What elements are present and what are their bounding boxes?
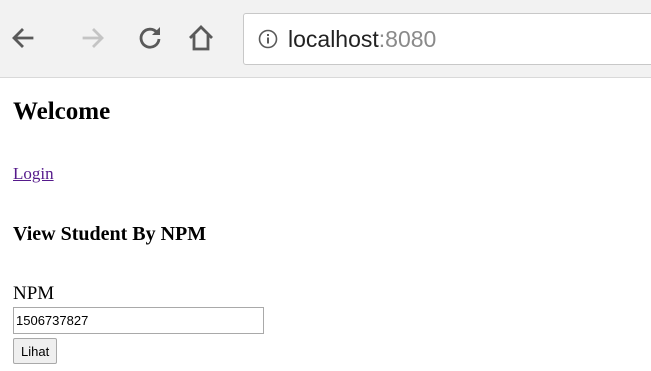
- home-icon: [189, 25, 213, 51]
- arrow-left-icon: [12, 28, 34, 48]
- view-student-form: NPM Lihat: [13, 283, 264, 364]
- home-button[interactable]: [184, 21, 218, 55]
- reload-button[interactable]: [133, 21, 167, 55]
- back-button[interactable]: [6, 21, 40, 55]
- npm-label: NPM: [13, 283, 55, 304]
- forward-button[interactable]: [76, 21, 110, 55]
- info-icon[interactable]: [258, 29, 278, 49]
- address-bar[interactable]: localhost:8080: [243, 13, 651, 65]
- npm-input[interactable]: [13, 307, 264, 334]
- url-host: localhost: [288, 26, 379, 52]
- page-title: Welcome: [13, 98, 111, 125]
- browser-toolbar: localhost:8080: [0, 0, 651, 78]
- url-port: :8080: [378, 26, 437, 52]
- reload-icon: [139, 27, 161, 49]
- url-text: localhost:8080: [288, 24, 436, 54]
- section-title: View Student By NPM: [13, 223, 207, 245]
- arrow-right-icon: [82, 28, 104, 48]
- lihat-button[interactable]: Lihat: [13, 338, 58, 364]
- login-link[interactable]: Login: [13, 164, 54, 184]
